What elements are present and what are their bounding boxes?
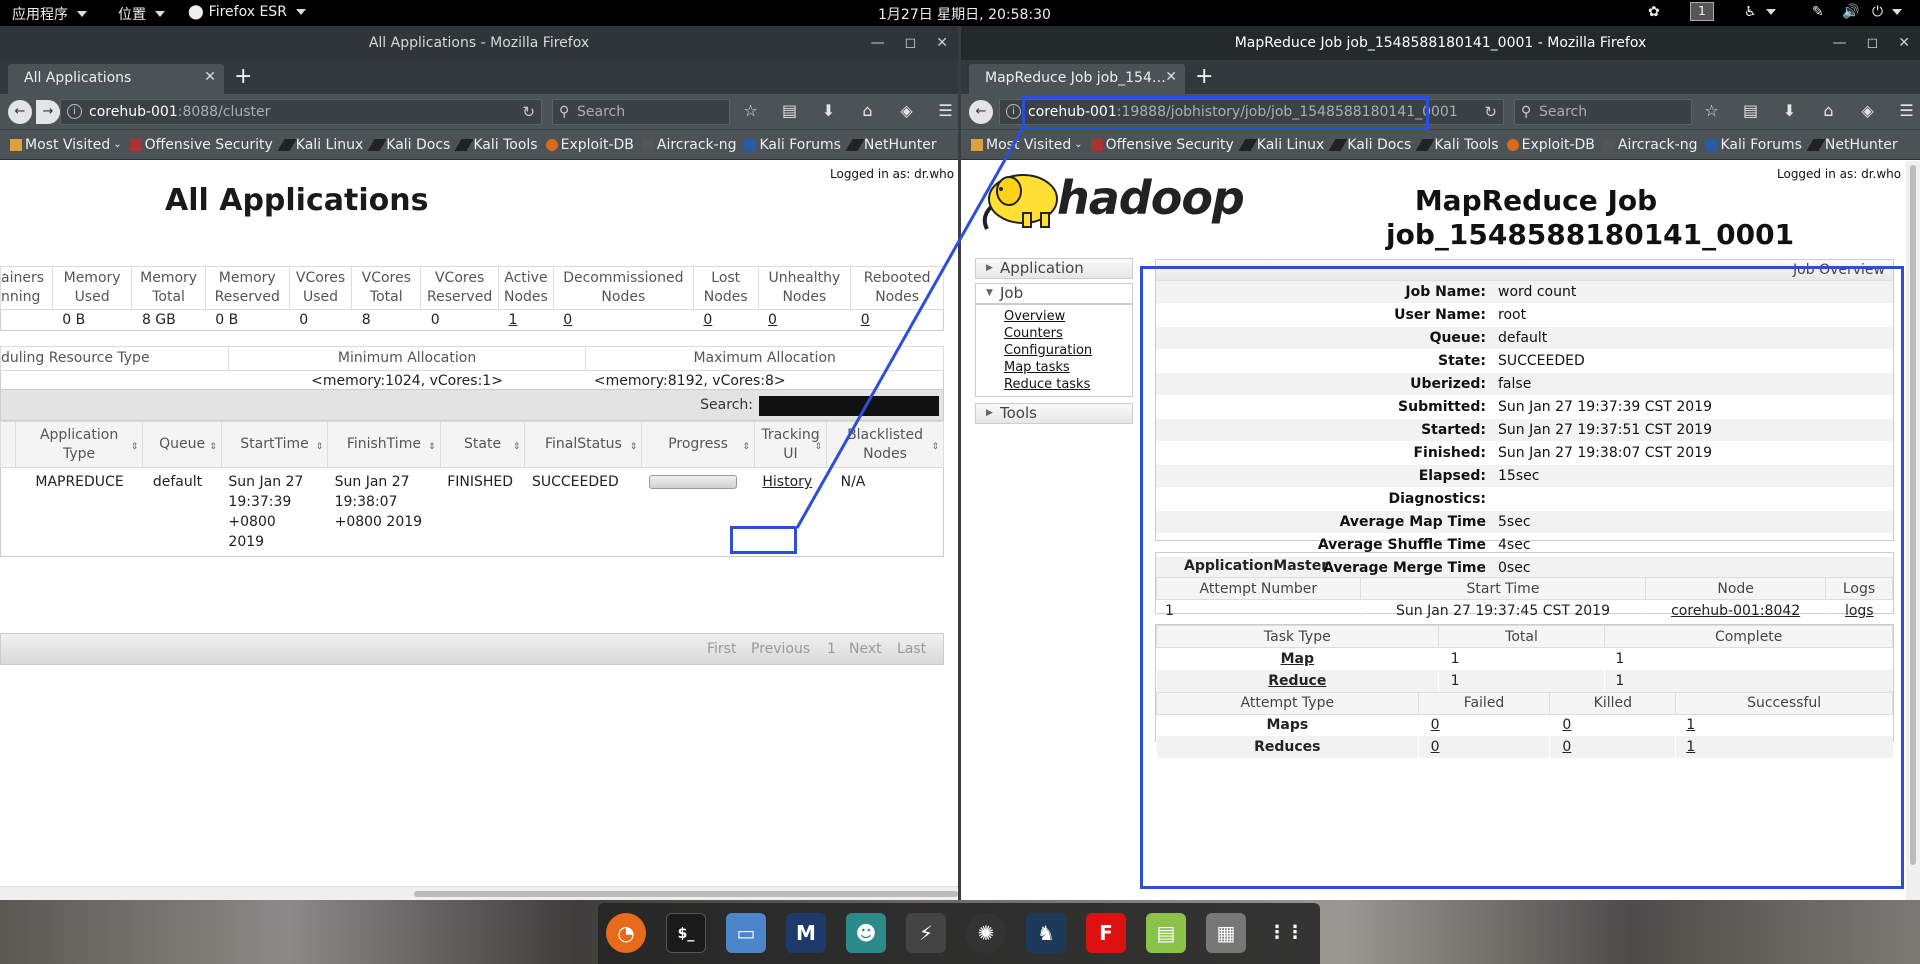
annotation-line [795, 125, 1026, 529]
annotation-arrow [795, 125, 1026, 529]
